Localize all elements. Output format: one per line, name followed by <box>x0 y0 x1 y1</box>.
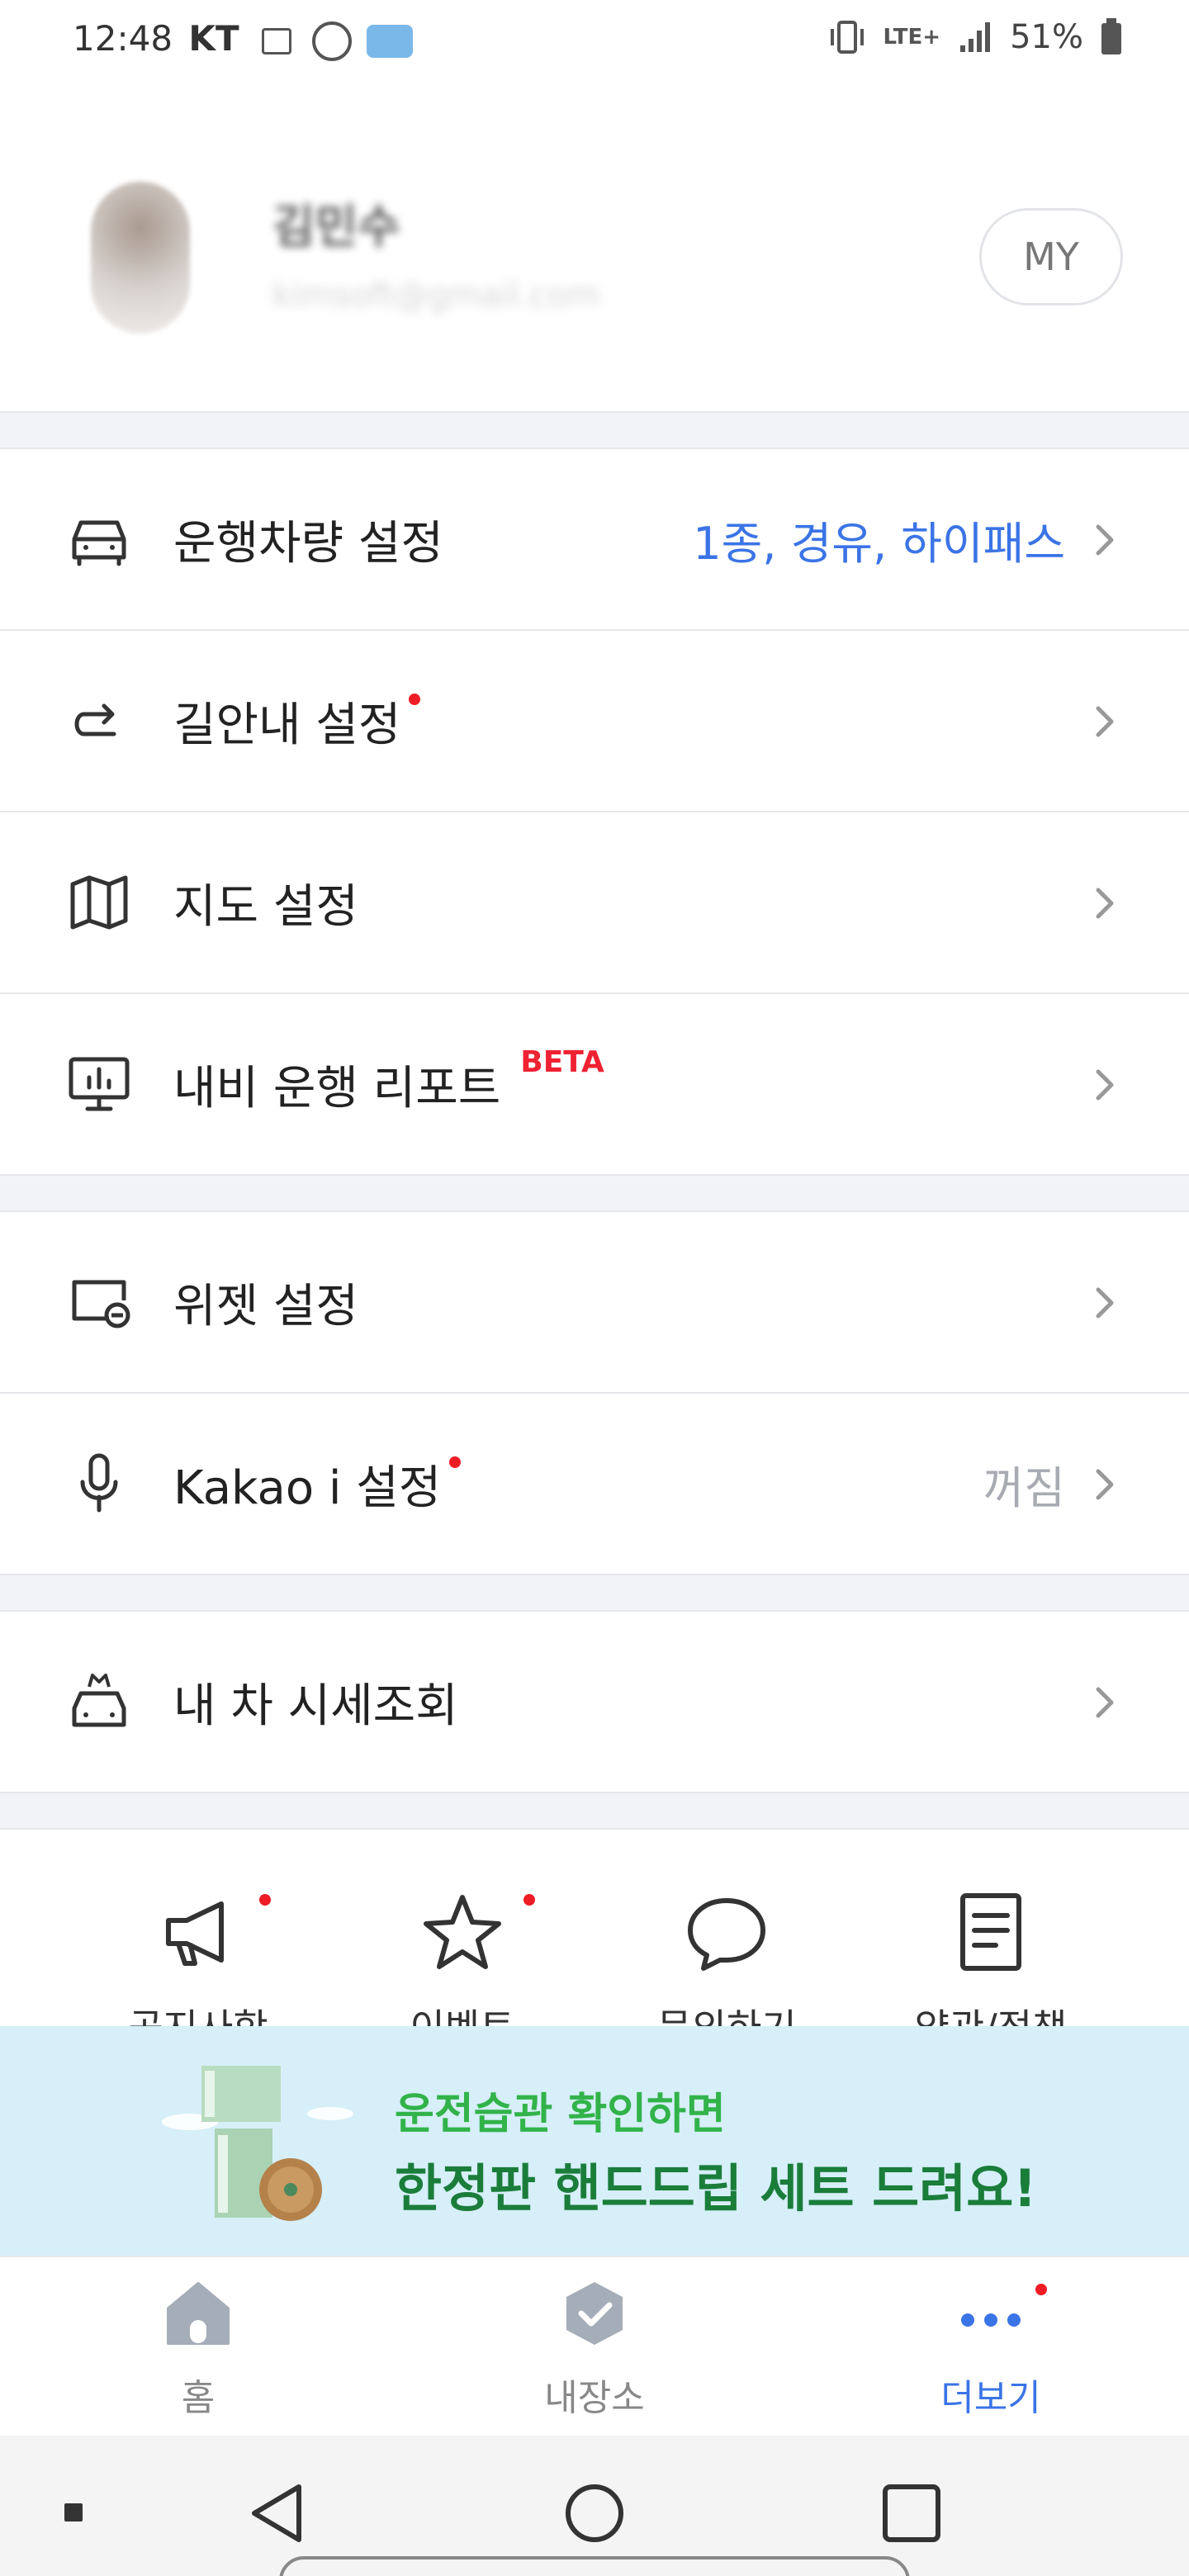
document-icon <box>960 1893 1021 1971</box>
new-badge-dot <box>259 1894 271 1906</box>
nav-label: 홈 <box>181 2377 216 2419</box>
more-dots-icon <box>961 2313 1021 2327</box>
chevron-right-icon <box>1096 888 1114 919</box>
menu-item-kakao-i[interactable]: Kakao i 설정 꺼짐 <box>0 1394 1189 1574</box>
my-button[interactable]: MY <box>979 208 1123 305</box>
new-badge-dot <box>523 1894 535 1906</box>
menu-item-label-group: 내비 운행 리포트 BETA <box>173 994 604 1174</box>
status-right-group: LTE+ 51% <box>827 18 1123 56</box>
signal-icon <box>960 22 991 52</box>
menu-item-report[interactable]: 내비 운행 리포트 BETA <box>0 994 1189 1174</box>
widget-icon <box>72 1280 130 1328</box>
recents-icon[interactable] <box>882 2484 941 2543</box>
network-type: LTE+ <box>883 25 941 50</box>
nav-label: 내장소 <box>544 2377 645 2419</box>
menu-item-car-price[interactable]: 내 차 시세조회 <box>0 1612 1189 1792</box>
section-separator <box>0 1174 1189 1212</box>
profile-name: 김민수 <box>272 201 400 254</box>
section-separator <box>0 411 1189 449</box>
microphone-icon <box>80 1453 118 1513</box>
quick-menu-event[interactable]: 이벤트 <box>363 1891 561 2050</box>
kakao-i-status: 꺼짐 <box>983 1461 1065 1514</box>
nav-my-places[interactable]: 내장소 <box>471 2256 718 2436</box>
promo-banner[interactable]: 운전습관 확인하면 한정판 핸드드립 세트 드려요! <box>0 2026 1189 2256</box>
menu-item-label: 운행차량 설정 <box>173 516 443 571</box>
menu-item-vehicle[interactable]: 운행차량 설정 1종, 경유, 하이패스 <box>0 449 1189 629</box>
chevron-right-icon <box>1096 1069 1114 1101</box>
star-icon <box>424 1895 501 1969</box>
quick-menu-notice[interactable]: 공지사항 <box>99 1891 297 2050</box>
talk-notification-icon <box>312 21 353 61</box>
chat-icon <box>688 1898 765 1971</box>
menu-item-label: 내 차 시세조회 <box>173 1679 458 1733</box>
chevron-right-icon <box>1096 1469 1114 1500</box>
status-bar: 12:48 KT LTE+ 51% <box>0 0 1189 83</box>
home-icon <box>167 2282 230 2345</box>
car-icon <box>72 520 126 566</box>
menu-item-label: 길안내 설정 <box>173 698 401 752</box>
chevron-right-icon <box>1096 524 1114 556</box>
status-time: 12:48 <box>73 18 173 59</box>
quick-menu-inquiry[interactable]: 문의하기 <box>628 1891 826 2050</box>
drip-set-illustration <box>162 2066 353 2221</box>
battery-icon <box>1101 18 1121 54</box>
nav-more[interactable]: 더보기 <box>867 2256 1115 2436</box>
new-badge-dot <box>449 1456 462 1468</box>
banner-line2: 한정판 핸드드립 세트 드려요! <box>395 2158 1037 2218</box>
megaphone-icon <box>166 1901 224 1966</box>
profile-email: kimsoft@gmail.com <box>272 277 600 315</box>
system-navigation-bar <box>0 2436 1189 2576</box>
chevron-right-icon <box>1096 1687 1114 1718</box>
chevron-right-icon <box>1096 706 1114 737</box>
new-badge-dot <box>1035 2284 1047 2295</box>
menu-item-label: 지도 설정 <box>173 879 358 934</box>
quick-menu-terms[interactable]: 약관/정책 <box>892 1891 1090 2050</box>
beta-badge: BETA <box>520 1045 604 1079</box>
banner-line1: 운전습관 확인하면 <box>395 2090 726 2139</box>
gallery-notification-icon <box>261 27 291 54</box>
menu-item-label: 내비 운행 리포트 <box>173 1061 501 1115</box>
menu-item-label: 위젯 설정 <box>173 1279 358 1333</box>
section-separator <box>0 1792 1189 1830</box>
monitor-chart-icon <box>69 1057 130 1111</box>
avatar[interactable] <box>91 182 190 334</box>
menu-item-label-group: 길안내 설정 <box>173 631 421 811</box>
chevron-right-icon <box>1096 1287 1114 1319</box>
status-carrier: KT <box>188 18 239 59</box>
route-icon <box>74 703 116 736</box>
menu-item-widget[interactable]: 위젯 설정 <box>0 1212 1189 1392</box>
status-time-group: 12:48 KT <box>73 18 413 61</box>
new-badge-dot <box>409 694 421 705</box>
menu-item-route[interactable]: 길안내 설정 <box>0 631 1189 811</box>
check-badge-icon <box>566 2282 623 2345</box>
gesture-handle[interactable] <box>279 2556 910 2576</box>
menu-item-map[interactable]: 지도 설정 <box>0 812 1189 992</box>
back-icon[interactable] <box>248 2482 307 2545</box>
nav-home[interactable]: 홈 <box>74 2256 322 2436</box>
menu-item-label: Kakao i 설정 <box>173 1461 442 1515</box>
vibrate-icon <box>830 21 864 54</box>
vehicle-setting-value: 1종, 경유, 하이패스 <box>693 517 1065 570</box>
map-icon <box>70 875 128 930</box>
menu-item-label-group: Kakao i 설정 <box>173 1394 462 1574</box>
notification-dot-icon <box>64 2503 83 2522</box>
nav-label: 더보기 <box>940 2377 1041 2419</box>
home-button-icon[interactable] <box>565 2484 624 2543</box>
section-separator <box>0 1574 1189 1612</box>
car-crown-icon <box>72 1674 126 1727</box>
battery-percent: 51% <box>1010 18 1083 56</box>
weather-notification-icon <box>366 24 413 58</box>
